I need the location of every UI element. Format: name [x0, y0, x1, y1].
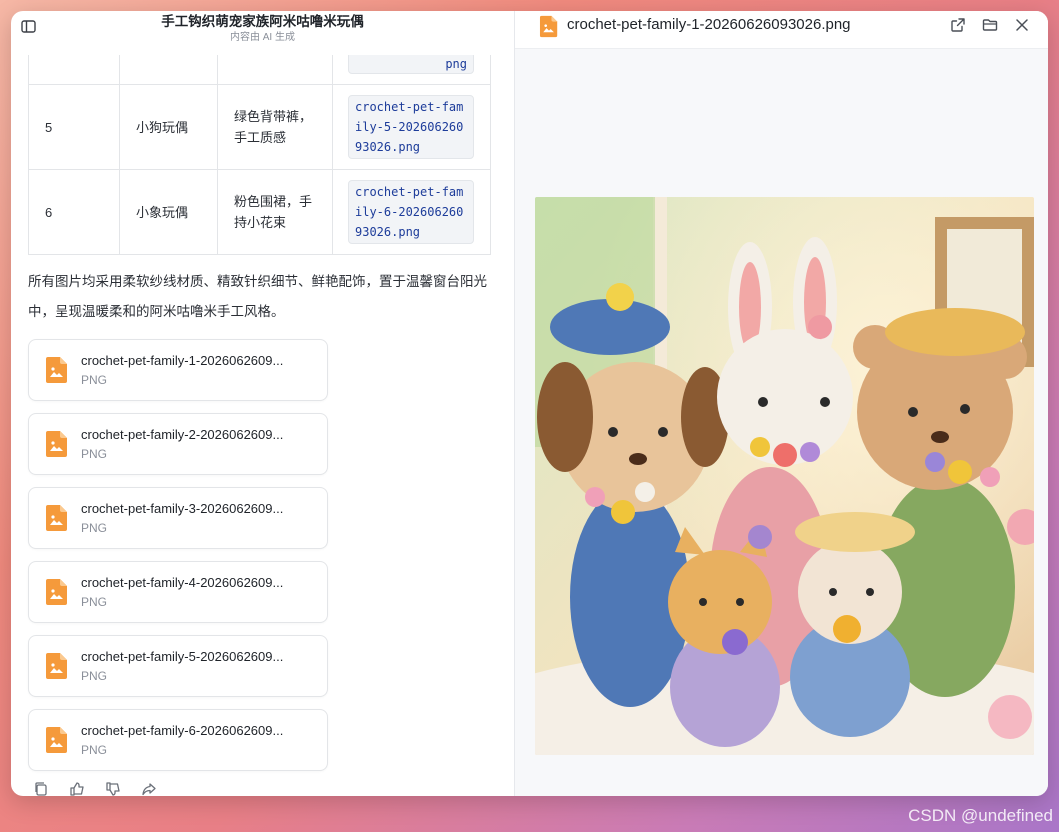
summary-paragraph: 所有图片均采用柔软纱线材质、精致针织细节、鲜艳配饰，置于温馨窗台阳光中，呈现温暖… — [28, 274, 487, 319]
table-cell-file: crochet-pet-family-5-20260626093026.png — [332, 84, 491, 170]
file-type: PNG — [81, 669, 108, 683]
image-preview — [535, 197, 1034, 755]
crochet-animals-illustration — [535, 197, 1034, 755]
table-cell-desc — [217, 55, 333, 85]
image-file-icon — [45, 430, 69, 458]
table-row: png — [28, 55, 491, 85]
image-file-icon — [45, 356, 69, 384]
table-row: 6 小象玩偶 粉色围裙，手持小花束 crochet-pet-family-6-2… — [28, 169, 491, 255]
chat-scroll-area[interactable]: png 5 小狗玩偶 绿色背带裤，手工质感 crochet-pet-family… — [11, 55, 514, 796]
preview-header: crochet-pet-family-1-20260626093026.png — [515, 11, 1048, 49]
open-external-icon[interactable] — [950, 17, 968, 35]
filename-code: crochet-pet-family-6-20260626093026.png — [348, 180, 474, 244]
ai-disclaimer: 内容由 AI 生成 — [229, 32, 295, 43]
file-card[interactable]: crochet-pet-family-1-2026062609... PNG — [28, 339, 328, 401]
table-cell-num: 5 — [28, 84, 120, 170]
file-type: PNG — [81, 521, 108, 535]
file-attachments: crochet-pet-family-1-2026062609... PNG c… — [28, 339, 491, 771]
message-content: png 5 小狗玩偶 绿色背带裤，手工质感 crochet-pet-family… — [28, 55, 491, 783]
table-cell-name: 小狗玩偶 — [119, 84, 218, 170]
file-name: crochet-pet-family-6-2026062609... — [81, 723, 284, 738]
file-type: PNG — [81, 595, 108, 609]
table-cell-name — [119, 55, 218, 85]
file-name: crochet-pet-family-3-2026062609... — [81, 501, 284, 516]
table-cell-desc: 绿色背带裤，手工质感 — [217, 84, 333, 170]
thumbs-down-icon[interactable] — [105, 781, 123, 796]
close-icon[interactable] — [1014, 17, 1032, 35]
page-title: 手工钩织萌宠家族阿米咕噜米玩偶 — [161, 14, 364, 29]
image-file-icon — [45, 504, 69, 532]
title-block: 手工钩织萌宠家族阿米咕噜米玩偶 内容由 AI 生成 — [11, 13, 514, 45]
file-card[interactable]: crochet-pet-family-2-2026062609... PNG — [28, 413, 328, 475]
chat-pane: 手工钩织萌宠家族阿米咕噜米玩偶 内容由 AI 生成 png 5 小狗玩偶 绿色背… — [11, 11, 515, 796]
results-table: png 5 小狗玩偶 绿色背带裤，手工质感 crochet-pet-family… — [28, 55, 491, 255]
image-file-icon — [45, 578, 69, 606]
file-card[interactable]: crochet-pet-family-6-2026062609... PNG — [28, 709, 328, 771]
thumbs-up-icon[interactable] — [69, 781, 87, 796]
file-name: crochet-pet-family-2-2026062609... — [81, 427, 284, 442]
chat-header: 手工钩织萌宠家族阿米咕噜米玩偶 内容由 AI 生成 — [11, 11, 514, 55]
file-name: crochet-pet-family-4-2026062609... — [81, 575, 284, 590]
file-card[interactable]: crochet-pet-family-5-2026062609... PNG — [28, 635, 328, 697]
image-file-icon — [45, 726, 69, 754]
file-name: crochet-pet-family-5-2026062609... — [81, 649, 284, 664]
file-card[interactable]: crochet-pet-family-3-2026062609... PNG — [28, 487, 328, 549]
table-cell-num: 6 — [28, 169, 120, 255]
file-type: PNG — [81, 447, 108, 461]
file-name: crochet-pet-family-1-2026062609... — [81, 353, 284, 368]
filename-code: crochet-pet-family-5-20260626093026.png — [348, 95, 474, 159]
file-type: PNG — [81, 373, 108, 387]
file-card[interactable]: crochet-pet-family-4-2026062609... PNG — [28, 561, 328, 623]
app-window: 手工钩织萌宠家族阿米咕噜米玩偶 内容由 AI 生成 png 5 小狗玩偶 绿色背… — [11, 11, 1048, 796]
image-file-icon — [539, 15, 559, 38]
image-file-icon — [45, 652, 69, 680]
share-icon[interactable] — [141, 781, 159, 796]
table-cell-desc: 粉色围裙，手持小花束 — [217, 169, 333, 255]
file-type: PNG — [81, 743, 108, 757]
message-actions — [33, 781, 159, 796]
filename-code: png — [348, 55, 474, 74]
watermark: CSDN @undefined — [908, 806, 1053, 825]
preview-filename: crochet-pet-family-1-20260626093026.png — [567, 16, 851, 33]
copy-icon[interactable] — [33, 781, 51, 796]
table-cell-num — [28, 55, 120, 85]
table-cell-file: crochet-pet-family-6-20260626093026.png — [332, 169, 491, 255]
preview-pane: crochet-pet-family-1-20260626093026.png — [515, 11, 1048, 796]
table-cell-file: png — [332, 55, 491, 85]
table-cell-name: 小象玩偶 — [119, 169, 218, 255]
table-row: 5 小狗玩偶 绿色背带裤，手工质感 crochet-pet-family-5-2… — [28, 84, 491, 170]
folder-icon[interactable] — [982, 17, 1000, 35]
